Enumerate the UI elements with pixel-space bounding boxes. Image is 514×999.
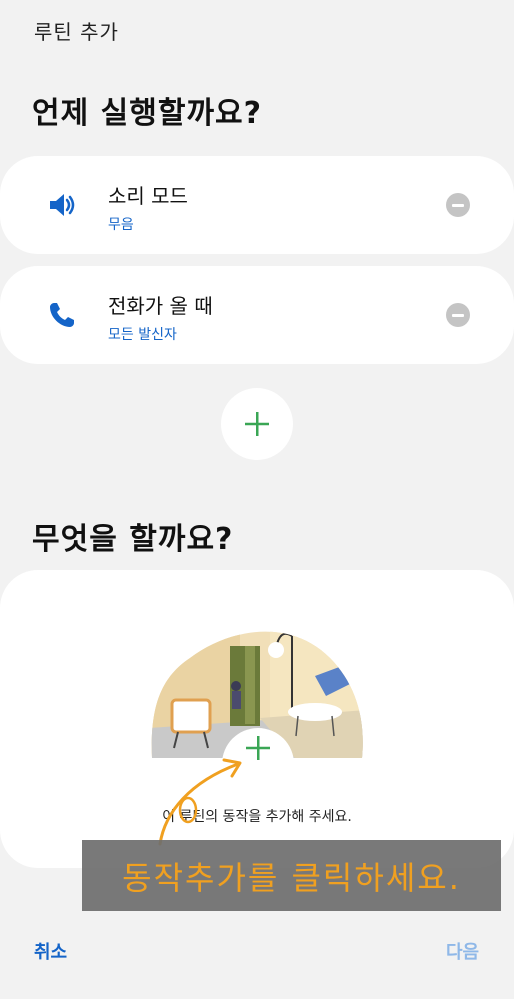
condition-subtitle: 모든 발신자 xyxy=(108,327,177,343)
page-title: 루틴 추가 xyxy=(34,20,119,44)
remove-condition-button[interactable] xyxy=(446,303,470,327)
next-button[interactable]: 다음 xyxy=(446,938,479,964)
speaker-icon xyxy=(50,194,75,216)
condition-card-incoming-call[interactable]: 전화가 올 때 모든 발신자 xyxy=(0,266,514,364)
plus-icon xyxy=(245,412,269,436)
when-heading: 언제 실행할까요? xyxy=(32,96,263,131)
annotation-arrow xyxy=(158,758,242,846)
condition-title: 소리 모드 xyxy=(108,184,188,208)
what-heading: 무엇을 할까요? xyxy=(32,522,234,557)
annotation-box: 동작추가를 클릭하세요. xyxy=(82,840,501,911)
empty-actions-message: 이 루틴의 동작을 추가해 주세요. xyxy=(162,809,352,825)
add-condition-button[interactable] xyxy=(221,388,293,460)
remove-condition-button[interactable] xyxy=(446,193,470,217)
condition-card-sound-mode[interactable]: 소리 모드 무음 xyxy=(0,156,514,254)
annotation-text: 동작추가를 클릭하세요. xyxy=(122,858,461,897)
actions-card: 이 루틴의 동작을 추가해 주세요. xyxy=(0,570,514,868)
cancel-button[interactable]: 취소 xyxy=(34,938,67,964)
phone-icon xyxy=(50,303,74,327)
condition-subtitle: 무음 xyxy=(108,217,134,233)
condition-title: 전화가 올 때 xyxy=(108,294,213,318)
